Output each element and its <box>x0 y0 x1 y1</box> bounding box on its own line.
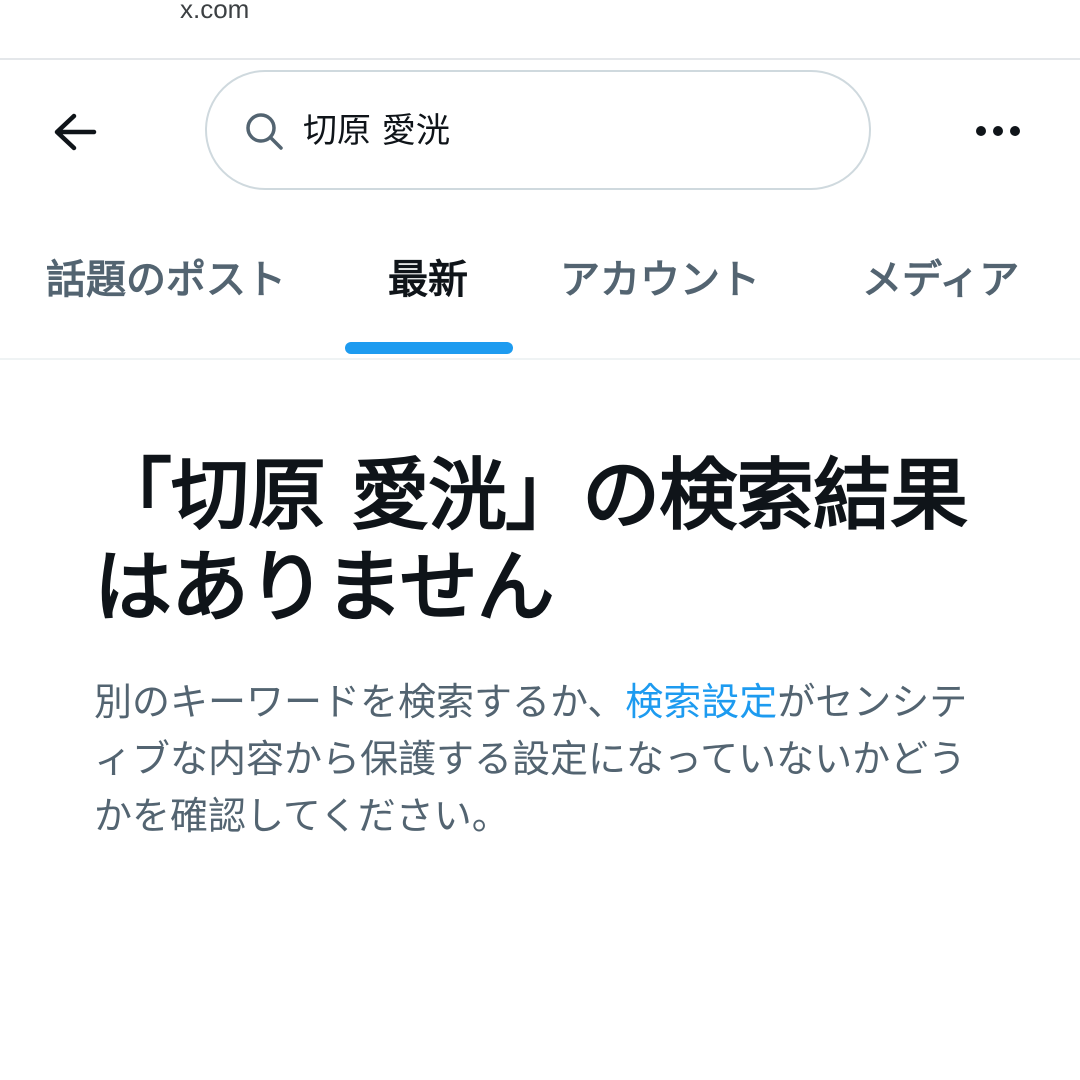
search-query[interactable]: 切原 愛洸 <box>303 108 450 154</box>
browser-url-bar[interactable]: x.com <box>0 0 1080 60</box>
empty-state-description: 別のキーワードを検索するか、検索設定がセンシティブな内容から保護する設定になって… <box>94 674 994 845</box>
search-settings-link[interactable]: 検索設定 <box>625 680 777 724</box>
tab-latest[interactable]: 最新 <box>388 250 468 310</box>
search-icon <box>246 113 283 150</box>
url-text[interactable]: x.com <box>180 0 249 25</box>
tab-accounts[interactable]: アカウント <box>560 250 760 310</box>
search-tabs: 話題のポスト 最新 アカウント メディア <box>0 222 1080 360</box>
tab-media[interactable]: メディア <box>862 250 1019 310</box>
empty-state-title: 「切原 愛洸」の検索結果はありません <box>94 451 968 633</box>
active-tab-indicator <box>345 342 513 354</box>
arrow-left-icon <box>54 113 97 151</box>
search-header: 切原 愛洸 <box>0 60 1080 210</box>
back-button[interactable] <box>40 100 110 164</box>
search-input[interactable]: 切原 愛洸 <box>205 70 871 190</box>
tab-top-posts[interactable]: 話題のポスト <box>46 250 286 310</box>
description-text-before: 別のキーワードを検索するか、 <box>94 680 626 724</box>
more-horizontal-icon <box>976 126 1020 136</box>
more-options-button[interactable] <box>966 108 1030 154</box>
